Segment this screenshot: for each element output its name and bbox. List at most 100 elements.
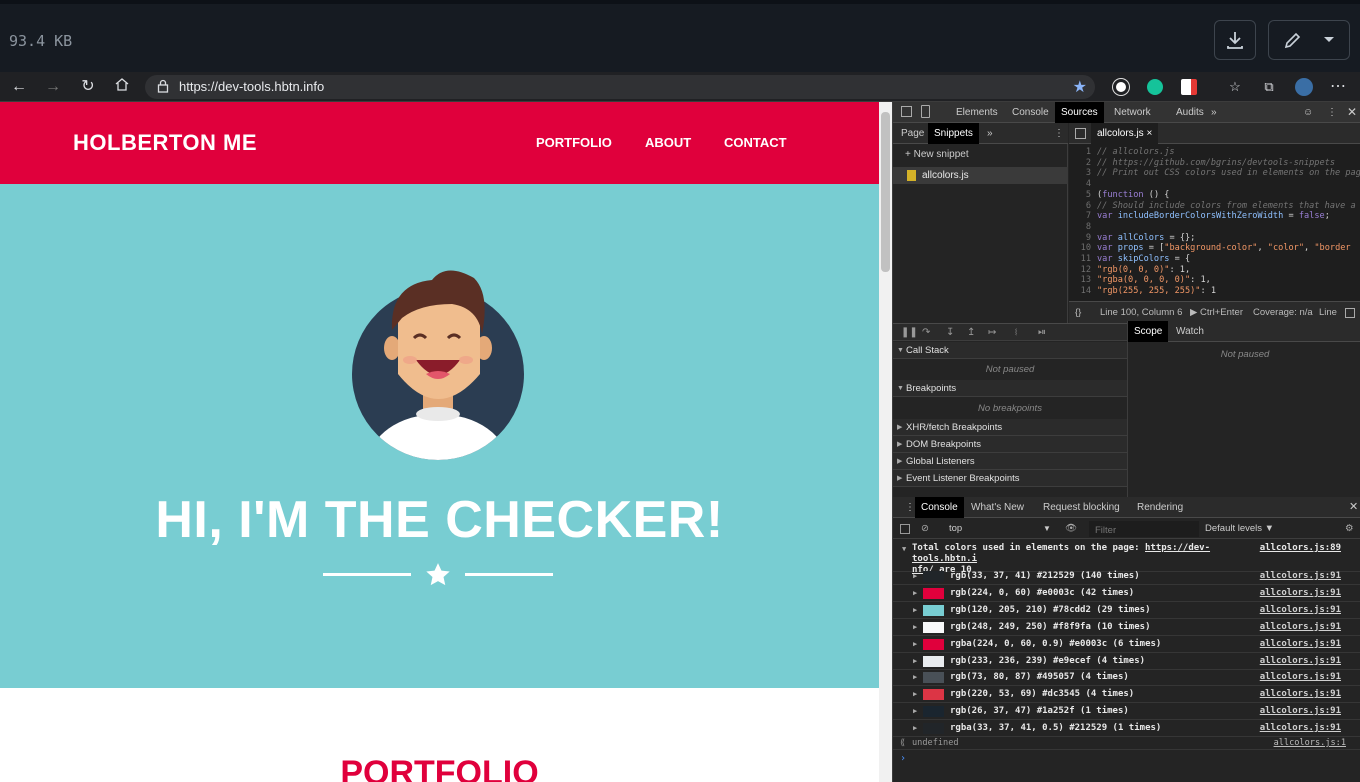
new-snippet-button[interactable]: + New snippet xyxy=(905,149,969,160)
filter-input[interactable] xyxy=(1089,522,1199,539)
console-color-row[interactable]: ▶ rgb(248, 249, 250) #f8f9fa (10 times) al… xyxy=(893,619,1360,636)
step-over-icon[interactable]: ↷ xyxy=(922,324,930,341)
line-number[interactable]: 8 xyxy=(1069,222,1091,233)
site-brand[interactable]: HOLBERTON ME xyxy=(73,130,257,156)
navigator-menu-icon[interactable]: ⋮ xyxy=(1048,123,1070,144)
line-number[interactable]: 12 xyxy=(1069,265,1091,276)
console-header-source[interactable]: allcolors.js:89 xyxy=(1260,543,1341,554)
console-sidebar-icon[interactable] xyxy=(900,524,910,534)
expand-triangle-icon[interactable]: ▶ xyxy=(913,602,917,619)
section-breakpoints[interactable]: ▼ Breakpoints xyxy=(893,380,1127,397)
context-selector[interactable]: top ▼ xyxy=(941,521,1051,537)
line-number[interactable]: 9 xyxy=(1069,233,1091,244)
download-button[interactable] xyxy=(1214,20,1256,60)
tab-console[interactable]: Console xyxy=(1006,102,1055,123)
inspect-icon[interactable] xyxy=(901,106,912,117)
tab-watch[interactable]: Watch xyxy=(1170,321,1210,342)
tab-console-drawer[interactable]: Console xyxy=(915,497,964,518)
step-icon[interactable]: ↦ xyxy=(988,324,996,341)
line-number[interactable]: 1 xyxy=(1069,147,1091,158)
console-color-row[interactable]: ▶ rgb(120, 205, 210) #78cdd2 (29 times) al… xyxy=(893,602,1360,619)
address-bar[interactable]: https://dev-tools.hbtn.info ★ xyxy=(145,75,1095,99)
line-number[interactable]: 14 xyxy=(1069,286,1091,297)
expand-triangle-icon[interactable]: ▶ xyxy=(913,686,917,703)
toggle-navigator-icon[interactable] xyxy=(1075,128,1086,139)
expand-triangle-icon[interactable]: ▶ xyxy=(913,703,917,720)
scrollbar-thumb[interactable] xyxy=(881,112,890,272)
device-toggle-icon[interactable] xyxy=(921,105,930,118)
line-number[interactable]: 7 xyxy=(1069,211,1091,222)
profile-avatar[interactable] xyxy=(1295,78,1313,96)
tab-elements[interactable]: Elements xyxy=(950,102,1004,123)
collections-icon[interactable]: ⧉ xyxy=(1259,77,1279,97)
expand-triangle-icon[interactable]: ▶ xyxy=(913,568,917,585)
section-event-listeners[interactable]: ▶ Event Listener Breakpoints xyxy=(893,470,1127,487)
section-xhr-breakpoints[interactable]: ▶ XHR/fetch Breakpoints xyxy=(893,419,1127,436)
color-entry-source[interactable]: allcolors.js:91 xyxy=(1260,636,1341,653)
color-entry-source[interactable]: allcolors.js:91 xyxy=(1260,585,1341,602)
expand-triangle-icon[interactable]: ▼ xyxy=(902,544,906,555)
tab-request-blocking[interactable]: Request blocking xyxy=(1037,497,1126,518)
nav-link-about[interactable]: ABOUT xyxy=(645,135,691,150)
nav-link-contact[interactable]: CONTACT xyxy=(724,135,787,150)
console-color-row[interactable]: ▶ rgb(224, 0, 60) #e0003c (42 times) allco… xyxy=(893,585,1360,602)
deactivate-breakpoints-icon[interactable]: ⧙ xyxy=(1015,324,1017,341)
console-color-row[interactable]: ▶ rgba(33, 37, 41, 0.5) #212529 (1 times)… xyxy=(893,720,1360,738)
close-drawer-icon[interactable]: ✕ xyxy=(1343,497,1360,518)
tab-scope[interactable]: Scope xyxy=(1128,321,1169,342)
line-number[interactable]: 13 xyxy=(1069,275,1091,286)
page-scrollbar[interactable] xyxy=(879,102,892,782)
console-color-row[interactable]: ▶ rgb(220, 53, 69) #dc3545 (4 times) allco… xyxy=(893,686,1360,704)
nav-link-portfolio[interactable]: PORTFOLIO xyxy=(536,135,612,150)
expand-triangle-icon[interactable]: ▶ xyxy=(913,636,917,653)
reload-icon[interactable]: ↻ xyxy=(78,77,98,97)
more-menu-icon[interactable]: ⋯ xyxy=(1328,77,1348,97)
format-icon[interactable]: {} xyxy=(1075,302,1081,324)
color-entry-source[interactable]: allcolors.js:91 xyxy=(1260,602,1341,619)
console-color-row[interactable]: ▶ rgb(33, 37, 41) #212529 (140 times) allc… xyxy=(893,568,1360,585)
expand-triangle-icon[interactable]: ▶ xyxy=(913,653,917,670)
favorites-icon[interactable]: ☆ xyxy=(1225,77,1245,97)
expand-triangle-icon[interactable]: ▶ xyxy=(913,669,917,686)
snippet-item-selected[interactable]: allcolors.js xyxy=(893,167,1068,184)
edit-button-group[interactable] xyxy=(1268,20,1350,60)
tab-audits[interactable]: Audits xyxy=(1170,102,1210,123)
console-result-source[interactable]: allcolors.js:1 xyxy=(1274,736,1346,750)
tab-rendering[interactable]: Rendering xyxy=(1131,497,1189,518)
console-settings-icon[interactable]: ⚙ xyxy=(1345,519,1354,539)
close-devtools-icon[interactable]: ✕ xyxy=(1341,102,1360,123)
settings-menu-icon[interactable]: ⋮ xyxy=(1321,102,1343,123)
pause-icon[interactable]: ❚❚ xyxy=(901,324,918,341)
line-number[interactable]: 5 xyxy=(1069,190,1091,201)
extension-circle-icon[interactable] xyxy=(1113,79,1129,95)
console-color-row[interactable]: ▶ rgba(224, 0, 60, 0.9) #e0003c (6 times)… xyxy=(893,636,1360,653)
console-prompt[interactable]: › xyxy=(893,751,1360,767)
home-icon[interactable] xyxy=(112,77,132,97)
sidebar-toggle-icon[interactable] xyxy=(1345,308,1355,318)
log-levels-dropdown[interactable]: Default levels ▼ xyxy=(1205,519,1274,539)
color-entry-source[interactable]: allcolors.js:91 xyxy=(1260,720,1341,737)
color-entry-source[interactable]: allcolors.js:91 xyxy=(1260,568,1341,585)
code-lines[interactable]: 1 // allcolors.js 2 // https://github.com/b… xyxy=(1069,147,1360,297)
expand-triangle-icon[interactable]: ▶ xyxy=(913,720,917,737)
line-number[interactable]: 2 xyxy=(1069,158,1091,169)
line-number[interactable]: 6 xyxy=(1069,201,1091,212)
tab-snippets[interactable]: Snippets xyxy=(928,123,979,144)
line-number[interactable]: 11 xyxy=(1069,254,1091,265)
console-filter-input[interactable] xyxy=(1089,521,1199,539)
color-entry-source[interactable]: allcolors.js:91 xyxy=(1260,703,1341,720)
step-out-icon[interactable]: ↥ xyxy=(967,324,975,341)
extension-red-icon[interactable] xyxy=(1181,79,1197,95)
color-entry-source[interactable]: allcolors.js:91 xyxy=(1260,669,1341,686)
grammarly-icon[interactable] xyxy=(1147,79,1163,95)
line-number[interactable]: 4 xyxy=(1069,179,1091,190)
tab-network[interactable]: Network xyxy=(1108,102,1157,123)
step-into-icon[interactable]: ↧ xyxy=(946,324,954,341)
tab-sources[interactable]: Sources xyxy=(1055,102,1104,123)
console-color-row[interactable]: ▶ rgb(233, 236, 239) #e9ecef (4 times) all… xyxy=(893,653,1360,670)
more-tabs-icon[interactable]: » xyxy=(1205,102,1223,123)
feedback-icon[interactable]: ☺ xyxy=(1297,102,1319,123)
tab-page[interactable]: Page xyxy=(895,123,930,144)
chevron-down-icon[interactable] xyxy=(1323,36,1335,44)
line-number[interactable]: 10 xyxy=(1069,243,1091,254)
